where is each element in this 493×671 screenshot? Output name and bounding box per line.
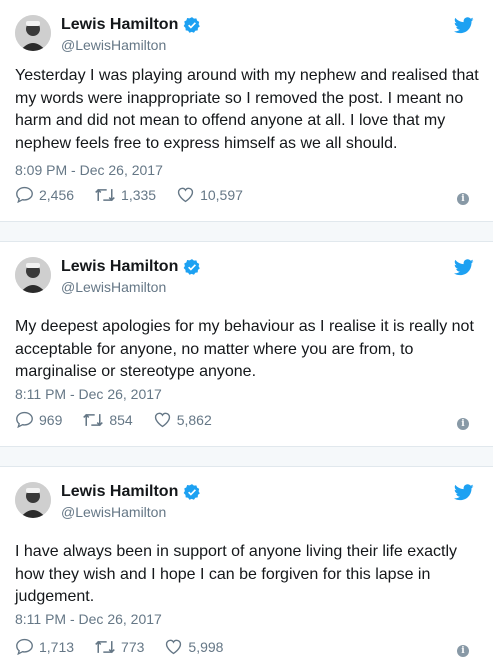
author-name[interactable]: Lewis Hamilton [61,483,178,501]
retweet-count: 854 [109,411,133,428]
retweet-count: 1,335 [121,186,157,203]
tweet-card: Lewis Hamilton @LewisHamilton Yesterday … [0,0,493,221]
tweet-timestamp[interactable]: 8:11 PM - Dec 26, 2017 [15,611,162,627]
reply-button[interactable]: 2,456 [15,186,74,203]
reply-count: 1,713 [39,638,75,655]
avatar[interactable] [15,15,51,51]
reply-icon [16,638,33,655]
tweet-text: Yesterday I was playing around with my n… [15,67,479,152]
verified-badge-icon [183,483,201,501]
tweet-separator [0,446,493,467]
twitter-bird-icon[interactable] [453,17,474,34]
heart-icon [166,639,182,655]
info-icon[interactable]: i [457,193,469,205]
tweet-actions: 1,713 773 5,998 [15,638,243,655]
author-handle[interactable]: @LewisHamilton [61,504,166,520]
reply-icon [16,411,33,428]
like-button[interactable]: 5,862 [153,411,212,428]
retweet-button[interactable]: 773 [94,639,144,655]
reply-count: 2,456 [39,186,75,203]
like-button[interactable]: 5,998 [164,638,223,655]
author-name[interactable]: Lewis Hamilton [61,258,178,276]
avatar[interactable] [15,257,51,293]
like-button[interactable]: 10,597 [176,186,243,203]
heart-icon [154,412,170,428]
tweet-timestamp[interactable]: 8:09 PM - Dec 26, 2017 [15,162,163,178]
verified-badge-icon [183,258,201,276]
author-handle[interactable]: @LewisHamilton [61,37,166,53]
twitter-bird-icon[interactable] [453,259,474,276]
tweet-actions: 2,456 1,335 10,597 [15,186,263,203]
info-icon[interactable]: i [457,645,469,657]
like-count: 5,998 [188,638,224,655]
like-count: 5,862 [176,411,212,428]
author-name[interactable]: Lewis Hamilton [61,16,178,34]
tweet-card: Lewis Hamilton @LewisHamilton My deepest… [0,242,493,446]
tweet-timestamp[interactable]: 8:11 PM - Dec 26, 2017 [15,386,162,402]
retweet-count: 773 [121,638,145,655]
reply-button[interactable]: 969 [15,411,62,428]
verified-badge-icon [183,16,201,34]
tweet-separator [0,221,493,242]
retweet-icon [95,640,115,653]
tweet-actions: 969 854 5,862 [15,411,232,428]
retweet-button[interactable]: 1,335 [94,187,156,203]
author-handle[interactable]: @LewisHamilton [61,279,166,295]
tweet-text: My deepest apologies for my behaviour as… [15,318,474,380]
retweet-button[interactable]: 854 [82,411,133,428]
reply-count: 969 [39,411,63,428]
like-count: 10,597 [200,186,243,203]
info-icon[interactable]: i [457,418,469,430]
tweet-card: Lewis Hamilton @LewisHamilton I have alw… [0,467,493,671]
avatar[interactable] [15,482,51,518]
retweet-icon [95,188,115,201]
reply-button[interactable]: 1,713 [15,638,74,655]
reply-icon [16,186,33,203]
heart-icon [177,187,194,203]
twitter-bird-icon[interactable] [453,484,474,501]
retweet-icon [83,413,104,426]
tweet-text: I have always been in support of anyone … [15,543,458,605]
